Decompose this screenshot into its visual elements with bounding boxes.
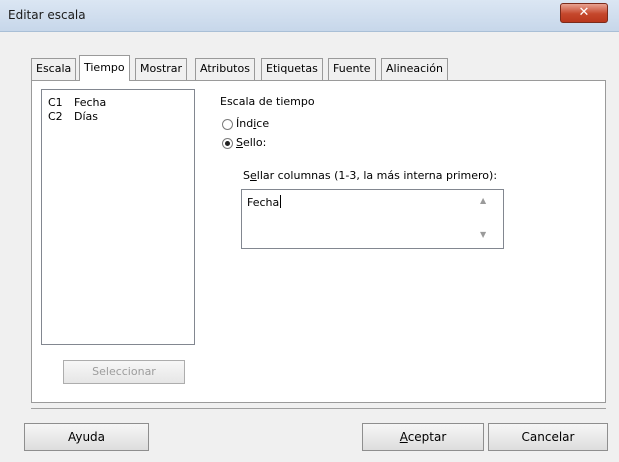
window-title: Editar escala xyxy=(8,8,86,22)
tab-etiquetas[interactable]: Etiquetas xyxy=(261,58,323,80)
tab-escala[interactable]: Escala xyxy=(31,58,77,80)
column-name: Fecha xyxy=(74,96,107,109)
ok-button[interactable]: Aceptar xyxy=(362,423,484,451)
tab-label: Alineación xyxy=(386,62,443,75)
tab-fuente[interactable]: Fuente xyxy=(328,58,376,80)
help-button[interactable]: Ayuda xyxy=(24,423,149,451)
radio-index-circle[interactable] xyxy=(222,119,233,130)
tab-label: Fuente xyxy=(333,62,371,75)
column-id: C1 xyxy=(48,96,63,109)
title-bar: Editar escala ✕ xyxy=(0,0,619,32)
scroll-down-icon[interactable]: ▼ xyxy=(480,230,486,239)
text-caret xyxy=(280,195,282,208)
tab-label: Etiquetas xyxy=(266,62,318,75)
tab-label: Escala xyxy=(36,62,72,75)
tab-label: Atributos xyxy=(200,62,250,75)
tab-alineacion[interactable]: Alineación xyxy=(381,58,448,80)
tab-atributos[interactable]: Atributos xyxy=(195,58,255,80)
radio-index-label: Índice xyxy=(236,117,270,130)
scroll-up-icon[interactable]: ▲ xyxy=(480,196,486,205)
stamp-columns-label: Sellar columnas (1-3, la más interna pri… xyxy=(243,169,498,182)
close-button[interactable]: ✕ xyxy=(560,3,608,23)
radio-stamp-circle[interactable] xyxy=(222,138,233,149)
tab-label: Mostrar xyxy=(140,62,183,75)
column-id: C2 xyxy=(48,110,63,123)
stamp-columns-value: Fecha xyxy=(247,195,282,209)
column-list[interactable]: C1 Fecha C2 Días xyxy=(41,89,195,345)
radio-stamp-label: Sello: xyxy=(236,136,267,149)
time-scale-label: Escala de tiempo xyxy=(220,95,315,108)
separator xyxy=(31,408,606,409)
stamp-columns-field[interactable]: Fecha ▲ ▼ xyxy=(241,189,504,249)
list-item[interactable]: C1 Fecha xyxy=(48,96,106,109)
tab-label: Tiempo xyxy=(84,61,125,74)
cancel-button[interactable]: Cancelar xyxy=(488,423,608,451)
select-button[interactable]: Seleccionar xyxy=(63,360,185,384)
list-item[interactable]: C2 Días xyxy=(48,110,98,123)
close-icon: ✕ xyxy=(578,5,590,20)
column-name: Días xyxy=(74,110,98,123)
tab-mostrar[interactable]: Mostrar xyxy=(135,58,188,80)
tab-tiempo[interactable]: Tiempo xyxy=(79,55,130,81)
